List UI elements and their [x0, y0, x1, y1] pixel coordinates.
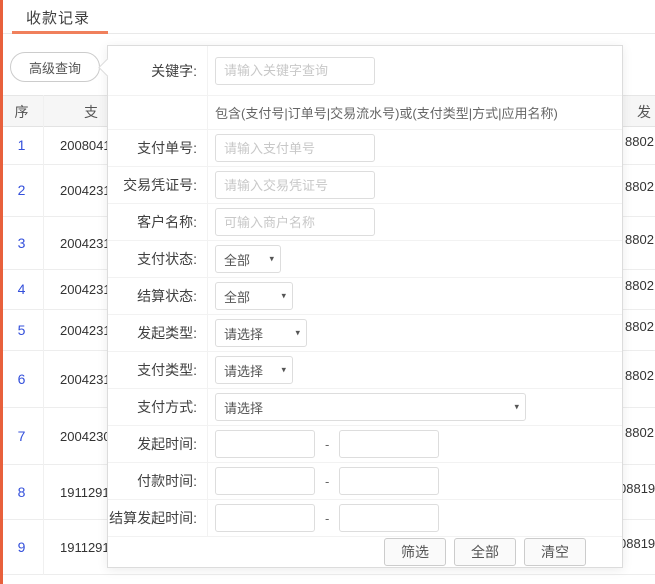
settle-status-value: 全部 — [224, 287, 250, 306]
pay-type-value: 请选择 — [224, 361, 263, 380]
row-index-link[interactable]: 2 — [0, 182, 43, 198]
pay-time-start-input[interactable] — [215, 467, 315, 495]
initiate-type-label: 发起类型: — [108, 315, 208, 351]
row-index-link[interactable]: 5 — [0, 322, 43, 338]
column-header-index: 序 — [0, 96, 43, 128]
form-row-voucher-no: 交易凭证号: — [108, 167, 622, 204]
right-value-cell: 08819 — [619, 481, 655, 496]
keyword-hint-text: 包含(支付号|订单号|交易流水号)或(支付类型|方式|应用名称) — [215, 103, 558, 122]
settle-initiate-time-end-input[interactable] — [339, 504, 439, 532]
column-header-right: 发 — [637, 96, 651, 128]
chevron-down-icon: ▾ — [281, 365, 286, 376]
form-row-initiate-type: 发起类型: 请选择 ▾ — [108, 315, 622, 352]
pay-method-label: 支付方式: — [108, 389, 208, 425]
settle-status-label: 结算状态: — [108, 278, 208, 314]
form-row-settle-status: 结算状态: 全部 ▾ — [108, 278, 622, 315]
form-row-keyword: 关键字: — [108, 46, 622, 96]
voucher-no-label: 交易凭证号: — [108, 167, 208, 203]
row-index-link[interactable]: 8 — [0, 484, 43, 500]
pay-no-label: 支付单号: — [108, 130, 208, 166]
hint-label-spacer — [108, 96, 208, 129]
form-row-customer: 客户名称: — [108, 204, 622, 241]
pay-status-value: 全部 — [224, 250, 250, 269]
form-row-pay-time: 付款时间: - — [108, 463, 622, 500]
form-row-hint: 包含(支付号|订单号|交易流水号)或(支付类型|方式|应用名称) — [108, 96, 622, 130]
pay-no-input[interactable] — [215, 134, 375, 162]
customer-input[interactable] — [215, 208, 375, 236]
payment-no-cell: 2004230 — [60, 429, 111, 444]
initiate-time-end-input[interactable] — [339, 430, 439, 458]
tab-payment-records[interactable]: 收款记录 — [12, 0, 104, 34]
filter-button[interactable]: 筛选 — [384, 538, 446, 566]
pay-time-label: 付款时间: — [108, 463, 208, 499]
row-index-link[interactable]: 7 — [0, 428, 43, 444]
settle-initiate-time-start-input[interactable] — [215, 504, 315, 532]
settle-initiate-time-label: 结算发起时间: — [108, 500, 208, 536]
form-row-pay-status: 支付状态: 全部 ▾ — [108, 241, 622, 278]
left-accent-strip — [0, 0, 3, 584]
voucher-no-input[interactable] — [215, 171, 375, 199]
right-value-cell: 8802 — [625, 179, 654, 194]
payment-no-cell: 2004231 — [60, 282, 111, 297]
initiate-type-select[interactable]: 请选择 ▾ — [215, 319, 307, 347]
row-index-link[interactable]: 3 — [0, 235, 43, 251]
range-separator: - — [325, 474, 329, 489]
right-value-cell: 08819 — [619, 536, 655, 551]
pay-status-label: 支付状态: — [108, 241, 208, 277]
row-index-link[interactable]: 1 — [0, 137, 43, 153]
pay-status-select[interactable]: 全部 ▾ — [215, 245, 281, 273]
payment-no-cell: 2004231 — [60, 323, 111, 338]
row-index-link[interactable]: 9 — [0, 539, 43, 555]
payment-no-cell: 2004231 — [60, 372, 111, 387]
payment-no-cell: 1911291 — [60, 485, 110, 500]
right-value-cell: 8802 — [625, 278, 654, 293]
row-index-link[interactable]: 6 — [0, 371, 43, 387]
settle-status-select[interactable]: 全部 ▾ — [215, 282, 293, 310]
form-row-settle-initiate-time: 结算发起时间: - — [108, 500, 622, 537]
right-value-cell: 8802 — [625, 232, 654, 247]
right-value-cell: 8802 — [625, 319, 654, 334]
pay-type-select[interactable]: 请选择 ▾ — [215, 356, 293, 384]
payment-no-cell: 2008041 — [60, 138, 111, 153]
form-row-pay-no: 支付单号: — [108, 130, 622, 167]
chevron-down-icon: ▾ — [281, 291, 286, 302]
form-row-initiate-time: 发起时间: - — [108, 426, 622, 463]
pay-method-value: 请选择 — [224, 398, 263, 417]
row-index-link[interactable]: 4 — [0, 281, 43, 297]
all-button[interactable]: 全部 — [454, 538, 516, 566]
form-row-pay-type: 支付类型: 请选择 ▾ — [108, 352, 622, 389]
pay-method-select[interactable]: 请选择 ▾ — [215, 393, 526, 421]
payment-no-cell: 2004231 — [60, 236, 111, 251]
form-row-pay-method: 支付方式: 请选择 ▾ — [108, 389, 622, 426]
payment-no-cell: 2004231 — [60, 183, 111, 198]
payment-no-cell: 1911291 — [60, 540, 110, 555]
keyword-label: 关键字: — [108, 46, 208, 95]
actions-spacer — [108, 537, 208, 567]
column-divider — [43, 95, 44, 575]
chevron-down-icon: ▾ — [269, 254, 274, 265]
chevron-down-icon: ▾ — [295, 328, 300, 339]
advanced-query-button[interactable]: 高级查询 — [10, 52, 100, 82]
clear-button[interactable]: 清空 — [524, 538, 586, 566]
tab-bar: 收款记录 — [0, 0, 655, 34]
advanced-query-panel: 关键字: 包含(支付号|订单号|交易流水号)或(支付类型|方式|应用名称) 支付… — [107, 45, 623, 568]
pay-time-end-input[interactable] — [339, 467, 439, 495]
page: 收款记录 高级查询 序 支 发 1 2008041 8802 2 2004231 8802… — [0, 0, 655, 584]
pay-type-label: 支付类型: — [108, 352, 208, 388]
active-tab-underline — [12, 31, 108, 34]
range-separator: - — [325, 511, 329, 526]
form-row-actions: 筛选 全部 清空 — [108, 537, 622, 567]
chevron-down-icon: ▾ — [514, 402, 519, 413]
right-value-cell: 8802 — [625, 134, 654, 149]
range-separator: - — [325, 437, 329, 452]
keyword-input[interactable] — [215, 57, 375, 85]
right-value-cell: 8802 — [625, 368, 654, 383]
customer-label: 客户名称: — [108, 204, 208, 240]
initiate-time-label: 发起时间: — [108, 426, 208, 462]
initiate-time-start-input[interactable] — [215, 430, 315, 458]
initiate-type-value: 请选择 — [224, 324, 263, 343]
column-header-payment-no: 支 — [84, 96, 98, 128]
right-value-cell: 8802 — [625, 425, 654, 440]
